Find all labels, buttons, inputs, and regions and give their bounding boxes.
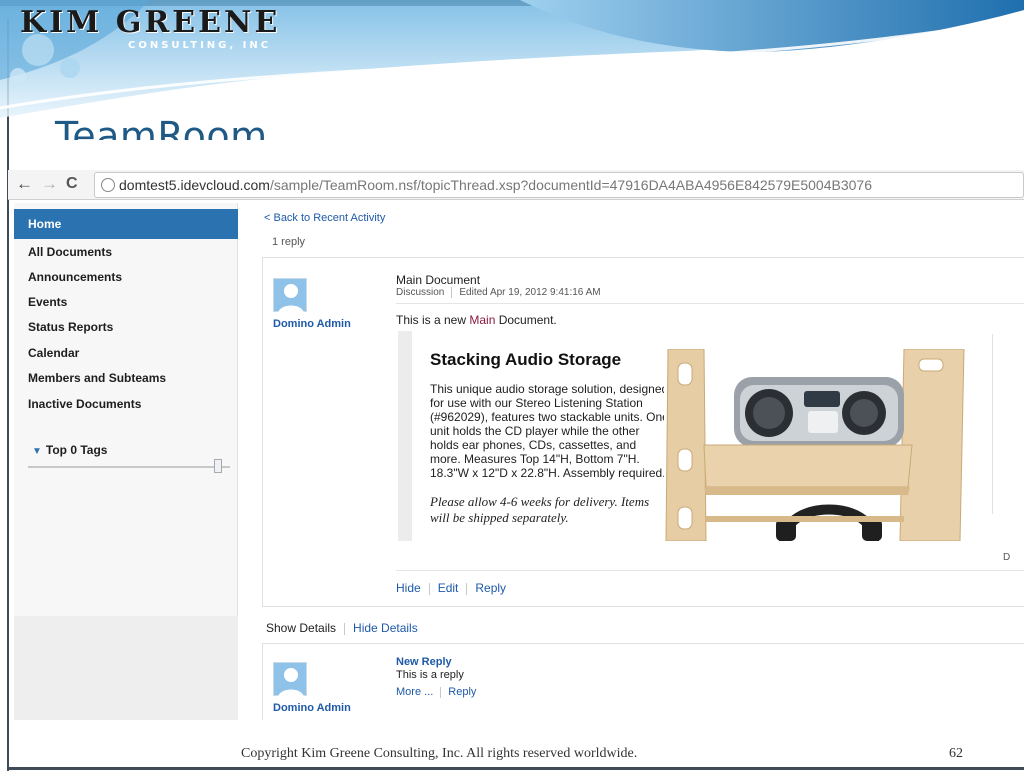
post-edited-date: Edited Apr 19, 2012 9:41:16 AM [459, 287, 601, 299]
product-image [664, 349, 984, 541]
sidebar-item-status-reports[interactable]: Status Reports [14, 314, 238, 340]
sidebar-item-all-documents[interactable]: All Documents [14, 239, 238, 265]
product-description: This unique audio storage solution, desi… [430, 382, 669, 480]
url-path: /sample/TeamRoom.nsf/topicThread.xsp?doc… [269, 177, 872, 193]
post-body-suffix: Document. [495, 313, 557, 327]
post-author[interactable]: Domino Admin [273, 318, 351, 330]
sidebar-item-home[interactable]: Home [14, 209, 238, 239]
back-to-recent-activity-link[interactable]: < Back to Recent Activity [264, 212, 385, 224]
details-divider [344, 622, 346, 635]
brand-name: KIM GREENE [20, 5, 281, 40]
tags-toggle[interactable]: ▼ Top 0 Tags [32, 443, 107, 457]
main-post: Domino Admin Main Document Discussion Edi… [262, 257, 1024, 607]
hide-link[interactable]: Hide [396, 581, 421, 595]
url-text[interactable]: domtest5.idevcloud.com/sample/TeamRoom.n… [119, 177, 872, 193]
reply-link[interactable]: Reply [475, 581, 506, 595]
action-divider [428, 582, 430, 595]
post-divider [396, 303, 1024, 304]
url-host: domtest5.idevcloud.com [119, 177, 270, 193]
sidebar-footer-area [14, 616, 238, 720]
post-body-prefix: This is a new [396, 313, 470, 327]
post-body: This is a new Main Document. [396, 313, 557, 327]
hide-details-link[interactable]: Hide Details [353, 621, 418, 635]
embed-right-edge [992, 334, 993, 514]
embed-edge-letter: D [1003, 552, 1011, 563]
browser-toolbar: ← → C domtest5.idevcloud.com/sample/Team… [8, 170, 1024, 200]
slide-copyright: Copyright Kim Greene Consulting, Inc. Al… [241, 746, 638, 761]
action-divider [466, 582, 468, 595]
reply-title[interactable]: New Reply [396, 656, 452, 668]
sidebar-item-inactive-documents[interactable]: Inactive Documents [14, 391, 238, 417]
user-silhouette-icon [278, 668, 304, 697]
show-details-link[interactable]: Show Details [266, 621, 336, 635]
product-text: Stacking Audio Storage This unique audio… [430, 331, 670, 526]
avatar[interactable] [273, 278, 307, 313]
sidebar-nav: Home All Documents Announcements Events … [14, 203, 238, 720]
thread-main: < Back to Recent Activity 1 reply Domino… [254, 203, 1024, 720]
sidebar-item-members-and-subteams[interactable]: Members and Subteams [14, 365, 238, 391]
caret-down-icon: ▼ [32, 446, 42, 457]
product-delivery-note: Please allow 4-6 weeks for delivery. Ite… [430, 494, 650, 525]
slide-bottom-rule [7, 767, 1024, 770]
teamroom-app: Home All Documents Announcements Events … [14, 203, 1024, 720]
post-actions-divider [396, 570, 1024, 571]
post-actions: Hide Edit Reply [396, 581, 506, 595]
user-silhouette-icon [278, 284, 304, 313]
reply-actions: More ... Reply [396, 686, 476, 698]
address-bar[interactable]: domtest5.idevcloud.com/sample/TeamRoom.n… [94, 172, 1024, 198]
slide-header: KIM GREENE CONSULTING, INC TeamRoom [0, 0, 1024, 140]
slide-title: TeamRoom [55, 114, 268, 140]
more-link[interactable]: More ... [396, 686, 433, 698]
embedded-product-content: Stacking Audio Storage This unique audio… [398, 331, 994, 541]
post-meta: Discussion Edited Apr 19, 2012 9:41:16 AM [396, 287, 601, 298]
slide-page-number: 62 [949, 746, 963, 761]
tags-slider-handle[interactable] [214, 459, 222, 473]
reply-post: Domino Admin New Reply This is a reply M… [262, 643, 1024, 720]
meta-divider [451, 287, 453, 298]
details-toggle-bar: Show Details Hide Details [266, 621, 418, 635]
back-arrow-icon[interactable]: ← [16, 174, 33, 194]
reload-icon[interactable]: C [66, 174, 78, 194]
product-title: Stacking Audio Storage [430, 350, 622, 369]
post-category: Discussion [396, 287, 445, 299]
post-title: Main Document [396, 273, 481, 287]
action-divider [440, 686, 442, 698]
company-logo: KIM GREENE CONSULTING, INC [20, 5, 281, 52]
tags-label: Top 0 Tags [45, 443, 108, 457]
edit-link[interactable]: Edit [438, 581, 459, 595]
post-body-highlight: Main [469, 313, 496, 327]
embed-left-bar [398, 331, 412, 541]
tags-slider-track[interactable] [28, 466, 230, 468]
sidebar-item-events[interactable]: Events [14, 289, 238, 315]
sidebar-item-announcements[interactable]: Announcements [14, 264, 238, 290]
reply-link[interactable]: Reply [448, 686, 476, 698]
reply-author[interactable]: Domino Admin [273, 702, 351, 714]
forward-arrow-icon[interactable]: → [41, 174, 58, 194]
avatar[interactable] [273, 662, 307, 697]
sidebar-item-calendar[interactable]: Calendar [14, 340, 238, 366]
reply-body: This is a reply [396, 669, 464, 681]
globe-icon [101, 178, 115, 192]
reply-count: 1 reply [272, 236, 306, 248]
brand-subtitle: CONSULTING, INC [128, 40, 272, 51]
